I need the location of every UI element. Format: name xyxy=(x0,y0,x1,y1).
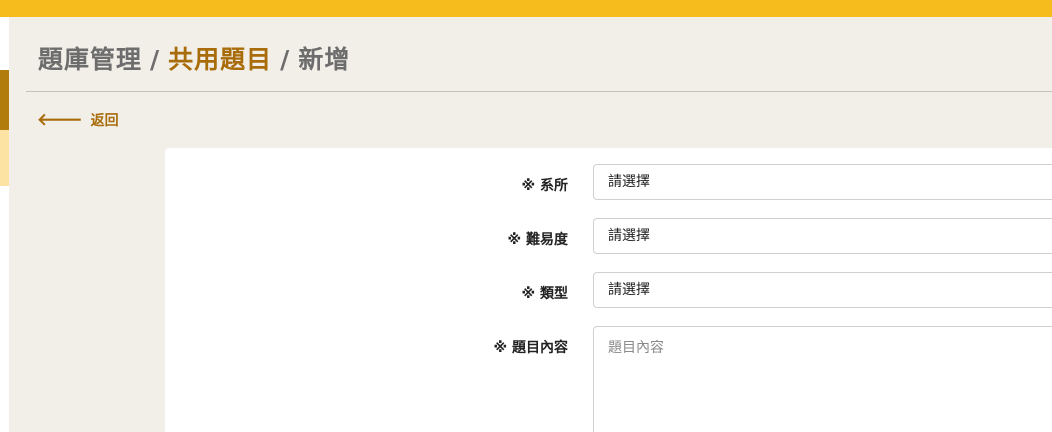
back-label: 返回 xyxy=(90,113,119,129)
top-accent-bar xyxy=(0,0,1052,17)
form-panel: ※ 系所 請選擇 ※ 難易度 請選擇 ※ 類型 請選擇 ※ 題目內容 xyxy=(165,148,1052,432)
difficulty-label: ※ 難易度 xyxy=(507,232,568,248)
type-label: ※ 類型 xyxy=(521,286,568,302)
breadcrumb-separator: / xyxy=(150,45,161,74)
breadcrumb-separator: / xyxy=(280,45,291,74)
department-select[interactable]: 請選擇 xyxy=(593,164,1052,200)
type-select[interactable]: 請選擇 xyxy=(593,272,1052,308)
breadcrumb-root: 題庫管理 xyxy=(38,45,143,74)
breadcrumb-section-link[interactable]: 共用題目 xyxy=(168,45,272,74)
department-label: ※ 系所 xyxy=(521,178,568,194)
breadcrumb: 題庫管理 / 共用題目 / 新增 xyxy=(38,40,350,76)
difficulty-select[interactable]: 請選擇 xyxy=(593,218,1052,254)
sidebar-active-indicator[interactable] xyxy=(0,70,9,130)
content-textarea[interactable] xyxy=(593,326,1052,432)
breadcrumb-current: 新增 xyxy=(298,45,351,74)
sidebar-highlight[interactable] xyxy=(0,130,9,186)
content-label: ※ 題目內容 xyxy=(493,340,568,356)
title-divider xyxy=(26,91,1052,92)
arrow-left-icon: 🡐 xyxy=(37,109,83,130)
back-link[interactable]: 🡐 返回 xyxy=(37,110,119,130)
